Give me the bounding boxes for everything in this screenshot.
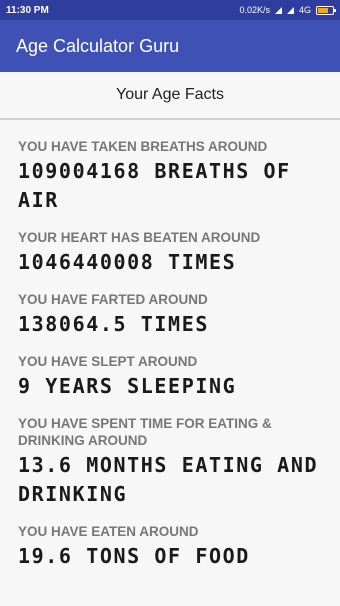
- fact-item: YOU HAVE EATEN AROUND 19.6 TONS OF FOOD: [18, 523, 322, 571]
- fact-label: YOU HAVE SPENT TIME FOR EATING & DRINKIN…: [18, 416, 272, 448]
- app-title: Age Calculator Guru: [16, 35, 180, 56]
- fact-label: YOU HAVE EATEN AROUND: [18, 524, 199, 539]
- battery-level: [318, 7, 328, 13]
- signal-icon-2: [286, 6, 294, 14]
- net-speed: 0.02K/s: [239, 5, 270, 15]
- status-bar: 11:30 PM 0.02K/s 4G: [0, 0, 340, 20]
- battery-icon: [316, 5, 336, 15]
- fact-item: YOU HAVE SLEPT AROUND 9 YEARS SLEEPING: [18, 353, 322, 401]
- fact-item: YOUR HEART HAS BEATEN AROUND 1046440008 …: [18, 229, 322, 277]
- section-title: Your Age Facts: [0, 72, 340, 120]
- main-content[interactable]: Your Age Facts YOU HAVE TAKEN BREATHS AR…: [0, 72, 340, 606]
- fact-item: YOU HAVE FARTED AROUND 138064.5 TIMES: [18, 291, 322, 339]
- status-time: 11:30 PM: [6, 4, 49, 16]
- fact-value: 138064.5 TIMES: [18, 312, 209, 336]
- fact-value: 13.6 MONTHS EATING AND DRINKING: [18, 453, 319, 506]
- fact-value: 1046440008 TIMES: [18, 250, 237, 274]
- facts-list: YOU HAVE TAKEN BREATHS AROUND 109004168 …: [0, 120, 340, 571]
- fact-label: YOU HAVE FARTED AROUND: [18, 292, 208, 307]
- fact-item: YOU HAVE SPENT TIME FOR EATING & DRINKIN…: [18, 415, 322, 509]
- fact-value: 9 YEARS SLEEPING: [18, 374, 237, 398]
- fact-label: YOU HAVE TAKEN BREATHS AROUND: [18, 139, 268, 154]
- signal-icon: [274, 6, 282, 14]
- fact-item: YOU HAVE TAKEN BREATHS AROUND 109004168 …: [18, 138, 322, 215]
- app-bar: Age Calculator Guru: [0, 20, 340, 72]
- network-type: 4G: [298, 5, 311, 15]
- fact-value: 19.6 TONS OF FOOD: [18, 544, 250, 568]
- fact-label: YOU HAVE SLEPT AROUND: [18, 354, 198, 369]
- status-icons: 0.02K/s 4G: [239, 5, 336, 15]
- fact-value: 109004168 BREATHS OF AIR: [18, 159, 291, 212]
- fact-label: YOUR HEART HAS BEATEN AROUND: [18, 230, 261, 245]
